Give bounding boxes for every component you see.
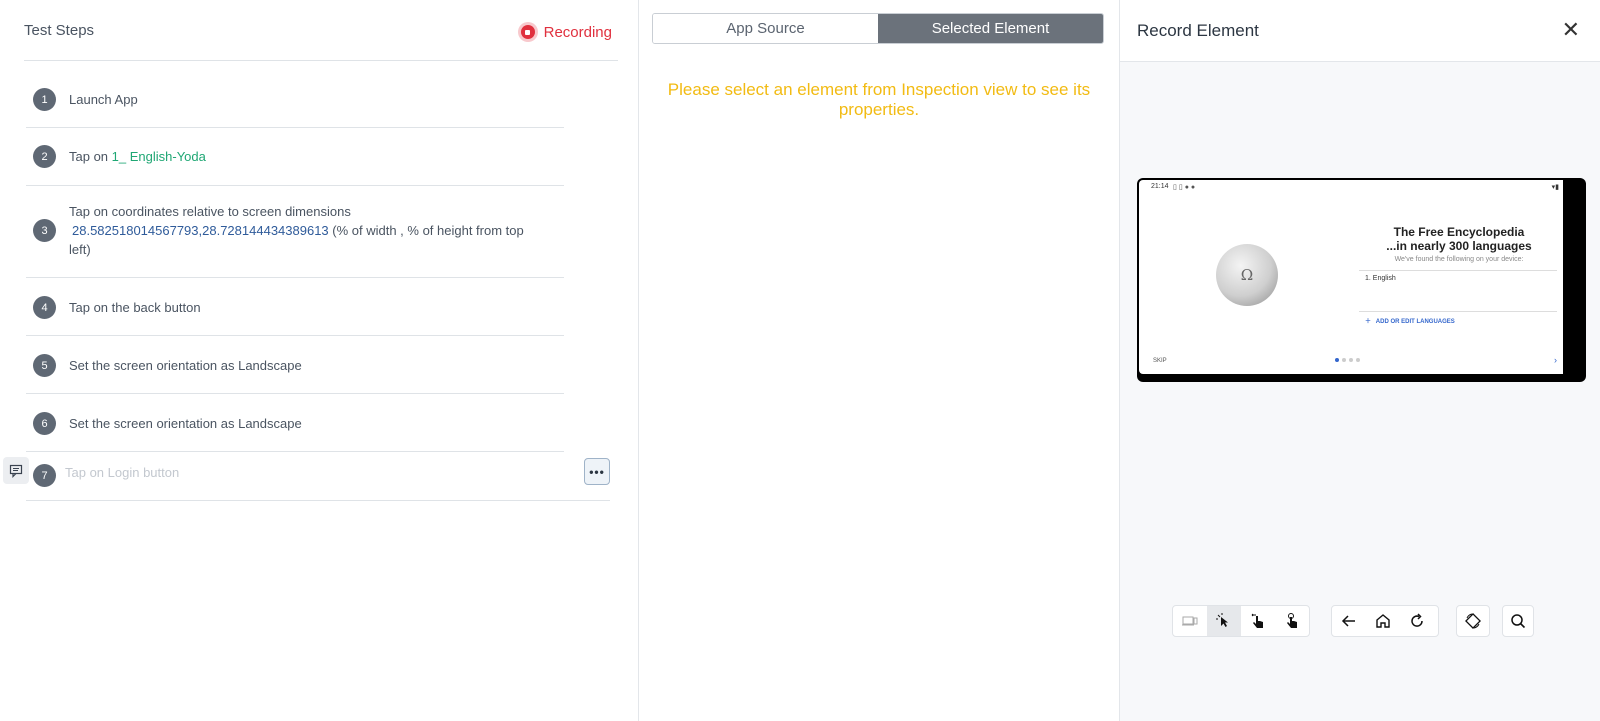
coordinates-value: 28.582518014567793,28.728144434389613 xyxy=(72,223,329,238)
inspector-tabs: App Source Selected Element xyxy=(652,13,1104,44)
divider xyxy=(1359,270,1557,271)
page-indicator xyxy=(1335,358,1360,362)
selection-notice: Please select an element from Inspection… xyxy=(667,80,1091,119)
status-time: 21:14 xyxy=(1151,183,1169,190)
encyclopedia-title: The Free Encyclopedia ...in nearly 300 la… xyxy=(1386,225,1532,253)
step-number: 2 xyxy=(33,145,56,168)
comment-icon xyxy=(9,464,23,478)
battery-icon: ▾▮ xyxy=(1551,184,1559,191)
step-line: Tap on coordinates relative to screen di… xyxy=(69,204,351,219)
refresh-icon[interactable] xyxy=(1400,606,1434,636)
home-icon[interactable] xyxy=(1366,606,1400,636)
recording-button[interactable]: Recording xyxy=(517,22,612,42)
test-step[interactable]: 1 Launch App xyxy=(26,71,564,128)
skip-button[interactable]: SKIP xyxy=(1153,358,1167,364)
navigation-toolbar xyxy=(1331,605,1439,637)
step-prefix: Tap on xyxy=(69,149,112,164)
rotate-toolbar xyxy=(1456,605,1490,637)
divider xyxy=(1359,311,1557,312)
step-text: Set the screen orientation as Landscape xyxy=(69,358,302,373)
more-options-button[interactable]: ••• xyxy=(584,458,610,485)
search-toolbar xyxy=(1502,605,1534,637)
status-icons: ▯▯●● xyxy=(1173,184,1198,191)
test-step[interactable]: 5 Set the screen orientation as Landscap… xyxy=(26,336,564,394)
close-icon[interactable]: ✕ xyxy=(1562,19,1580,41)
step-text: Set the screen orientation as Landscape xyxy=(69,416,302,431)
step-number: 4 xyxy=(33,296,56,319)
test-step[interactable]: 2 Tap on 1_ English-Yoda xyxy=(26,128,564,186)
tab-selected-element[interactable]: Selected Element xyxy=(878,14,1103,43)
swipe-icon[interactable] xyxy=(1241,606,1275,636)
device-icon[interactable] xyxy=(1173,606,1207,636)
step-number: 5 xyxy=(33,354,56,377)
device-preview[interactable]: 21:14 ▯▯●● ▾▮ Ω The Free Encyclopedia...… xyxy=(1137,178,1586,382)
language-item[interactable]: 1. English xyxy=(1365,275,1396,282)
step-number: 3 xyxy=(33,219,56,242)
step-text: Tap on coordinates relative to screen di… xyxy=(69,202,529,259)
step-text: Tap on the back button xyxy=(69,300,201,315)
back-icon[interactable] xyxy=(1332,606,1366,636)
next-arrow-icon[interactable]: › xyxy=(1554,355,1557,365)
wikipedia-logo: Ω xyxy=(1216,244,1278,306)
device-screen[interactable]: 21:14 ▯▯●● ▾▮ Ω The Free Encyclopedia...… xyxy=(1139,180,1563,374)
inspector-panel: App Source Selected Element Please selec… xyxy=(639,0,1120,721)
test-steps-title: Test Steps xyxy=(24,22,95,39)
test-steps-header: Test Steps Recording xyxy=(24,18,618,61)
test-step[interactable]: 3 Tap on coordinates relative to screen … xyxy=(26,186,564,278)
new-step-row: 7 Tap on Login button ••• xyxy=(26,452,610,501)
step-text: Tap on 1_ English-Yoda xyxy=(69,147,206,166)
step-text: Launch App xyxy=(69,92,138,107)
tab-app-source[interactable]: App Source xyxy=(653,14,878,43)
test-step[interactable]: 6 Set the screen orientation as Landscap… xyxy=(26,394,564,452)
record-icon xyxy=(517,22,538,42)
add-languages-link[interactable]: ＋ ADD OR EDIT LANGUAGES xyxy=(1365,316,1455,325)
step-number: 6 xyxy=(33,412,56,435)
step-number: 1 xyxy=(33,88,56,111)
app-root: Test Steps Recording 1 Launch App 2 Tap … xyxy=(0,0,1600,721)
search-icon[interactable] xyxy=(1503,606,1533,636)
element-link[interactable]: 1_ English-Yoda xyxy=(112,149,206,164)
record-element-title: Record Element xyxy=(1137,21,1259,40)
test-steps-panel: Test Steps Recording 1 Launch App 2 Tap … xyxy=(0,0,639,721)
interaction-mode-toolbar xyxy=(1172,605,1310,637)
recording-label: Recording xyxy=(543,23,612,41)
new-step-input[interactable]: Tap on Login button xyxy=(65,465,179,480)
tap-icon[interactable] xyxy=(1275,606,1309,636)
record-element-panel: Record Element ✕ 21:14 ▯▯●● ▾▮ Ω The Fre… xyxy=(1120,0,1600,721)
record-element-header: Record Element ✕ xyxy=(1120,0,1600,62)
step-number: 7 xyxy=(33,464,56,487)
rotate-icon[interactable] xyxy=(1457,606,1489,636)
select-icon[interactable] xyxy=(1207,606,1241,636)
test-step[interactable]: 4 Tap on the back button xyxy=(26,278,564,336)
device-languages-subtitle: We've found the following on your device… xyxy=(1394,256,1524,263)
